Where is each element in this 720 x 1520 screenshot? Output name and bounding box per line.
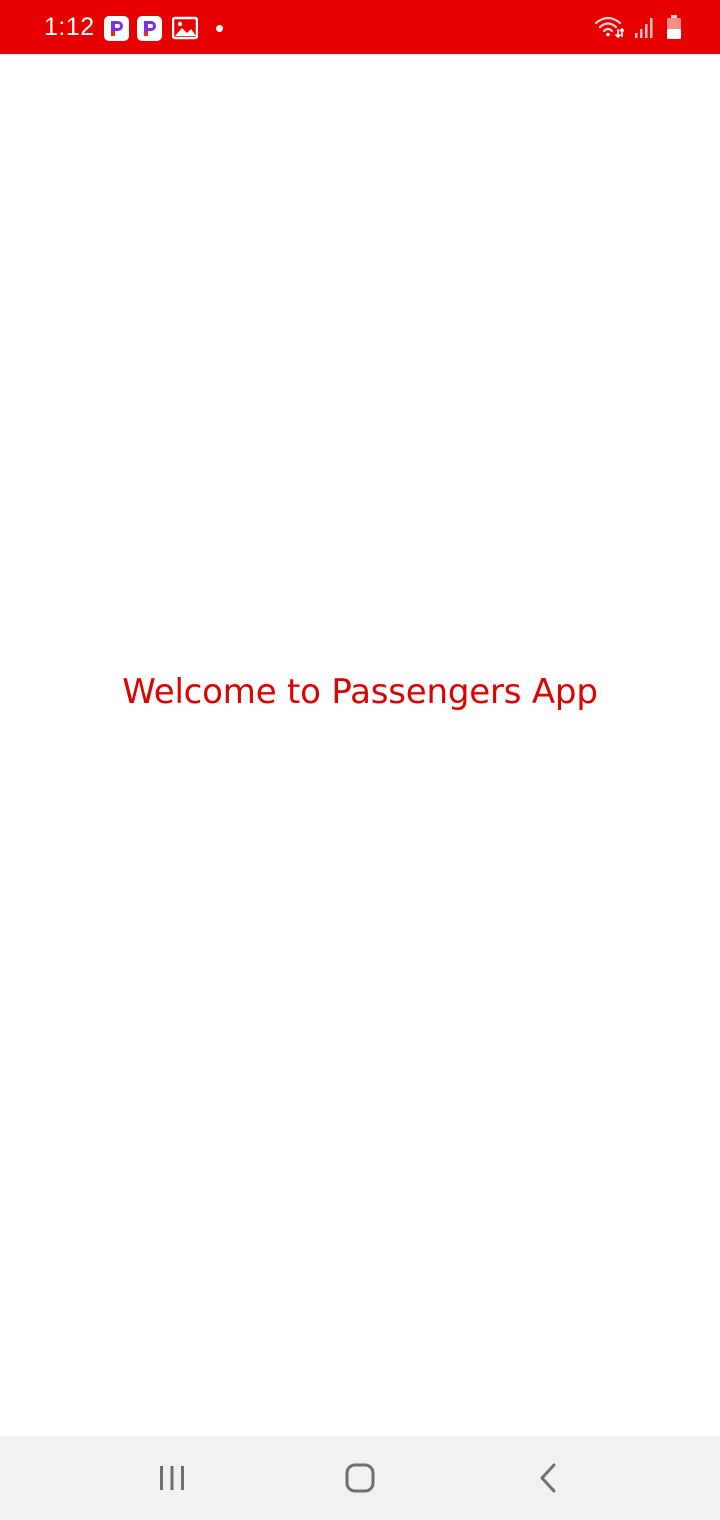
recent-apps-button[interactable] — [142, 1458, 202, 1498]
recent-apps-icon — [160, 1466, 184, 1490]
home-button[interactable] — [330, 1458, 390, 1498]
status-bar: 1:12 — [0, 0, 720, 54]
notification-dot — [216, 24, 223, 32]
app-p-icon — [137, 15, 162, 41]
gallery-icon — [172, 16, 198, 40]
main-content — [0, 54, 720, 1436]
home-icon — [345, 1463, 375, 1493]
signal-icon — [635, 18, 653, 38]
back-icon — [540, 1463, 556, 1493]
wifi-icon — [594, 16, 624, 39]
notification-icons — [104, 15, 223, 41]
welcome-message: Welcome to Passengers App — [122, 672, 598, 712]
app-p-icon — [104, 15, 129, 41]
status-time: 1:12 — [44, 13, 95, 41]
system-status-icons — [594, 14, 682, 40]
back-button[interactable] — [518, 1458, 578, 1498]
navigation-bar — [0, 1436, 720, 1520]
battery-icon — [667, 15, 681, 39]
